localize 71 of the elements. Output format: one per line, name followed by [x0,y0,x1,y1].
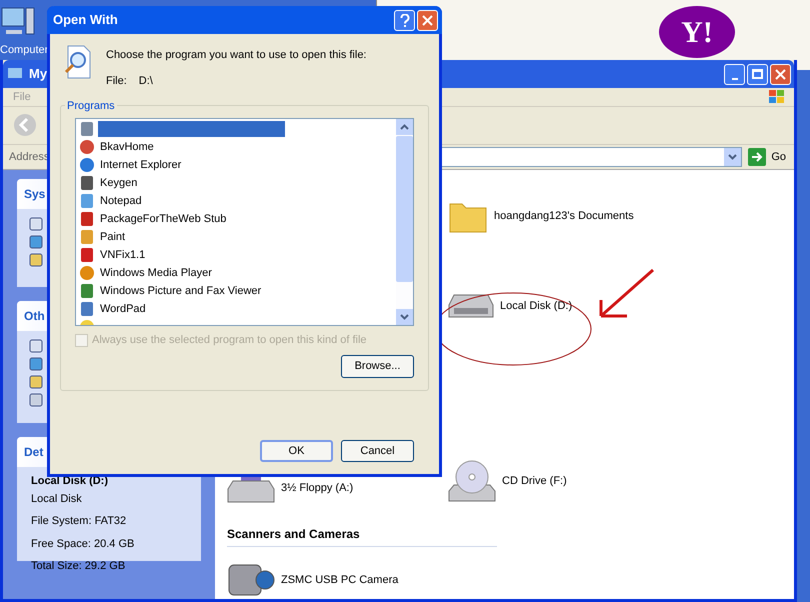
scroll-down-icon[interactable] [400,314,409,320]
panel-title[interactable]: Det [24,443,44,461]
scrollbar[interactable] [396,119,413,325]
program-item[interactable]: VNFix1.1 [79,246,396,264]
item-label[interactable]: Local Disk (D:) [500,298,572,314]
program-icon [79,139,95,155]
help-button[interactable] [394,10,415,30]
close-button[interactable] [770,64,791,85]
desktop-icon-label[interactable]: Computer [0,42,48,58]
browse-button[interactable]: Browse... [341,354,414,378]
close-icon [775,68,786,80]
details-line: Local Disk [31,492,83,506]
details-line: Total Size: 29.2 GB [31,559,126,574]
scroll-up-icon[interactable] [400,124,409,130]
item-label[interactable]: CD Drive (F:) [502,472,567,490]
minimize-button[interactable] [724,64,745,85]
program-icon [79,175,95,191]
drive-icon [448,293,494,319]
prompt-text: Choose the program you want to use to open this file: [106,48,366,63]
group-label: Programs [65,98,117,114]
item-label[interactable]: hoangdang123's Documents [494,208,634,224]
program-icon [79,121,95,137]
program-item[interactable]: Internet Explorer [79,156,396,174]
program-item[interactable]: PackageForTheWeb Stub [79,210,396,228]
task-icon[interactable] [29,253,43,267]
item-label[interactable]: ZSMC USB PC Camera [281,572,398,588]
close-icon [422,14,433,26]
task-icon[interactable] [29,339,43,353]
section-heading: Scanners and Cameras [227,525,497,547]
task-icon[interactable] [29,235,43,249]
window-title: My [29,65,48,84]
details-line: File System: FAT32 [31,514,128,529]
task-icon[interactable] [29,217,43,231]
task-icon[interactable] [29,375,43,389]
program-item[interactable]: Windows Picture and Fax Viewer [79,282,396,300]
task-icon[interactable] [29,357,43,371]
program-icon [79,211,95,227]
always-use-label: Always use the selected program to open this kind of file [92,333,367,348]
program-icon [79,157,95,173]
program-icon [79,229,95,245]
details-line: Free Space: 20.4 GB [31,536,136,552]
close-button[interactable] [417,10,438,30]
help-icon [400,14,410,26]
program-icon [79,283,95,299]
ok-button[interactable]: OK [260,440,333,462]
program-icon [79,265,95,281]
file-value: D:\ [138,74,153,88]
program-icon [79,247,95,263]
program-item[interactable]: WordPad [79,300,396,318]
maximize-button[interactable] [747,64,768,85]
annotation-arrow [597,268,655,320]
go-button[interactable]: Go [746,148,794,166]
cancel-button[interactable]: Cancel [341,440,414,462]
program-item[interactable]: Notepad [79,192,396,210]
program-icon [79,193,95,209]
program-item[interactable]: BkavHome [79,138,396,156]
program-item[interactable]: Paint [79,228,396,246]
dropdown-icon [728,154,738,160]
panel-title[interactable]: Oth [24,307,45,325]
program-item[interactable]: Windows Media Player [79,264,396,282]
scroll-thumb[interactable] [396,136,413,282]
program-item[interactable]: Keygen [79,174,396,192]
task-icon[interactable] [29,393,43,407]
cd-drive-icon [448,459,496,503]
logo: Y! [659,6,735,58]
windows-logo-icon [768,89,786,106]
program-icon [79,301,95,317]
item-label[interactable]: 3½ Floppy (A:) [281,480,354,496]
panel-title[interactable]: Sys [24,185,46,203]
dialog-title: Open With [53,11,118,30]
file-label: File: [106,74,127,88]
